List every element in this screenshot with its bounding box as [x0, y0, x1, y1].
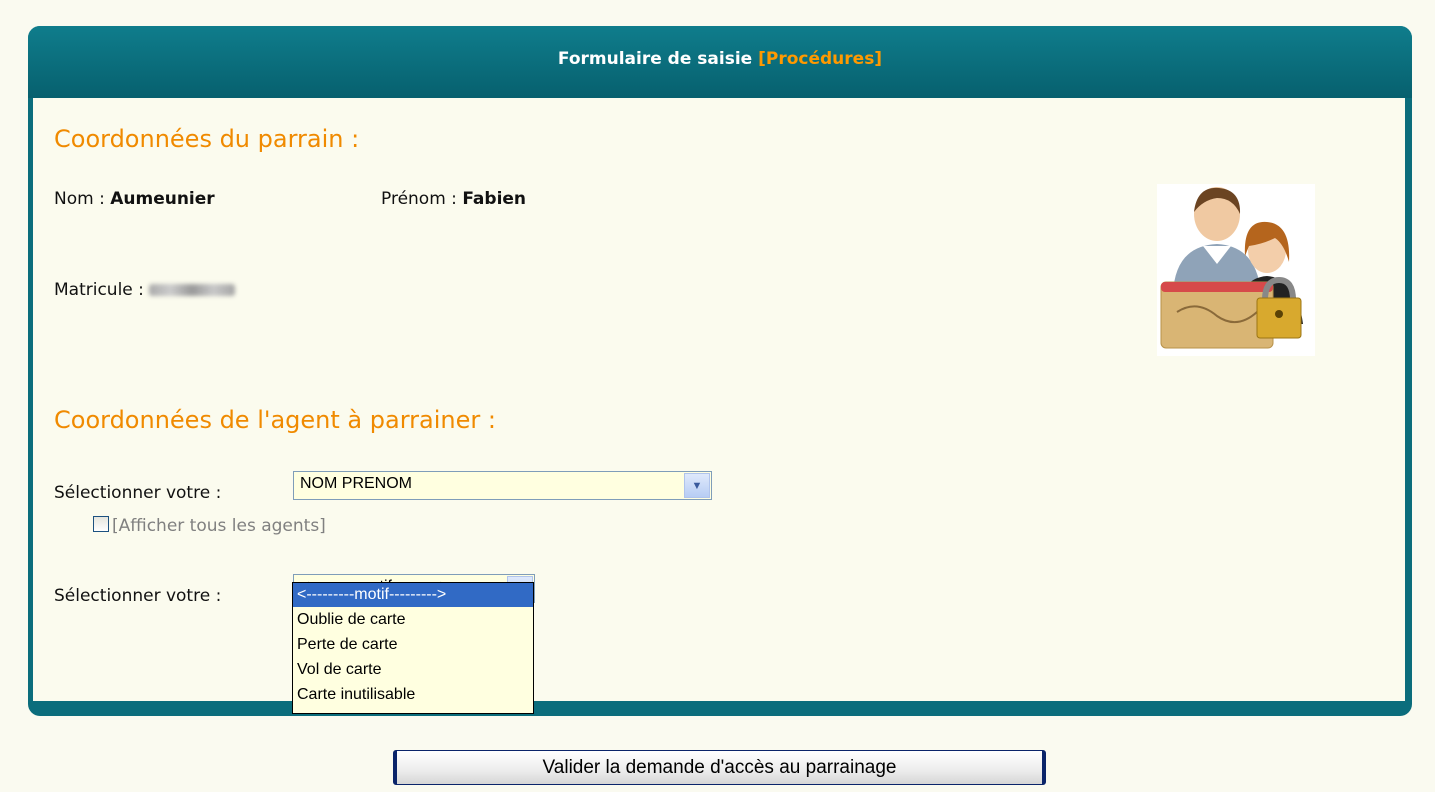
panel-body: Coordonnées du parrain : Nom : Aumeunier…	[33, 98, 1405, 701]
users-card-lock-icon	[1157, 184, 1315, 356]
select1-label: Sélectionner votre :	[54, 483, 222, 503]
motif-option[interactable]: Perte de carte	[293, 632, 533, 657]
agent-section-title: Coordonnées de l'agent à parrainer :	[54, 406, 496, 434]
prenom-value: Fabien	[462, 189, 527, 209]
nom-row: Nom : Aumeunier	[54, 189, 215, 209]
matricule-row: Matricule :	[54, 280, 236, 300]
matricule-label: Matricule :	[54, 280, 144, 300]
matricule-value-redacted	[149, 284, 236, 296]
agent-name-select[interactable]: NOM PRENOM ▼	[293, 471, 712, 500]
agent-name-select-value: NOM PRENOM	[300, 475, 412, 492]
select2-label: Sélectionner votre :	[54, 586, 222, 606]
chevron-down-icon[interactable]: ▼	[684, 473, 710, 498]
show-all-agents-checkbox[interactable]	[93, 516, 109, 532]
motif-option[interactable]: <---------motif--------->	[293, 583, 533, 607]
form-panel: Formulaire de saisie [Procédures] Coordo…	[28, 26, 1412, 716]
nom-value: Aumeunier	[110, 189, 215, 209]
motif-dropdown-list[interactable]: <---------motif---------> Oublie de cart…	[292, 582, 534, 714]
prenom-label: Prénom :	[381, 189, 457, 209]
motif-option[interactable]: Oublie de carte	[293, 607, 533, 632]
submit-button[interactable]: Valider la demande d'accès au parrainage	[393, 750, 1046, 785]
motif-option[interactable]: Vol de carte	[293, 657, 533, 682]
nom-label: Nom :	[54, 189, 105, 209]
motif-option[interactable]: Carte inutilisable	[293, 682, 533, 707]
panel-header: Formulaire de saisie [Procédures]	[28, 26, 1412, 98]
show-all-agents-row[interactable]: [Afficher tous les agents]	[93, 516, 326, 536]
parrain-section-title: Coordonnées du parrain :	[54, 125, 360, 153]
procedures-link[interactable]: [Procédures]	[758, 49, 882, 69]
show-all-agents-label[interactable]: [Afficher tous les agents]	[112, 516, 326, 536]
form-title: Formulaire de saisie	[557, 49, 753, 69]
prenom-row: Prénom : Fabien	[381, 189, 526, 209]
